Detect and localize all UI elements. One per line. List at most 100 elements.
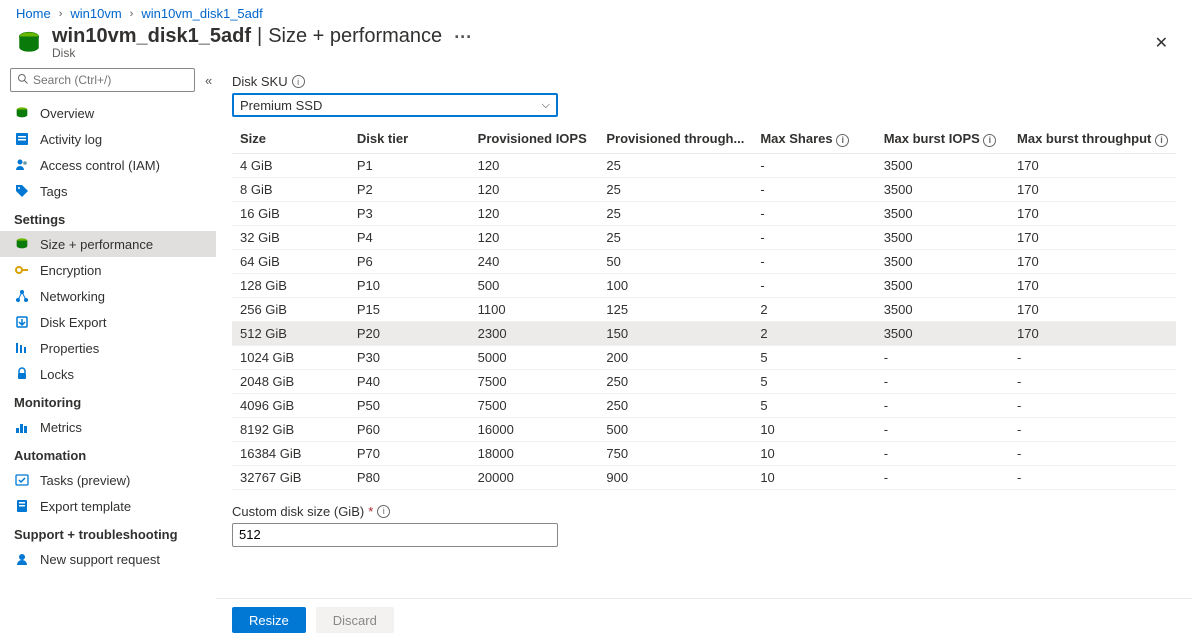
info-icon[interactable]: i (836, 134, 849, 147)
table-cell: 4096 GiB (232, 393, 349, 417)
more-actions-button[interactable]: ··· (454, 28, 472, 46)
table-cell: 3500 (876, 273, 1009, 297)
table-cell: 3500 (876, 297, 1009, 321)
custom-size-input[interactable] (232, 523, 558, 547)
table-row[interactable]: 512 GiBP20230015023500170 (232, 321, 1176, 345)
column-header[interactable]: Max burst IOPS i (876, 125, 1009, 153)
search-icon (17, 73, 29, 88)
chevron-right-icon: › (130, 8, 134, 20)
info-icon[interactable]: i (983, 134, 996, 147)
table-cell: 750 (598, 441, 752, 465)
resize-button[interactable]: Resize (232, 607, 306, 633)
table-cell: 120 (470, 201, 599, 225)
table-cell: 25 (598, 177, 752, 201)
info-icon[interactable]: i (292, 75, 305, 88)
sidebar-item-label: Properties (40, 341, 99, 356)
table-row[interactable]: 8 GiBP212025-3500170 (232, 177, 1176, 201)
sidebar-item-label: Access control (IAM) (40, 158, 160, 173)
table-cell: - (1009, 393, 1176, 417)
table-cell: P10 (349, 273, 470, 297)
sidebar-item-networking[interactable]: Networking (0, 283, 216, 309)
table-row[interactable]: 32 GiBP412025-3500170 (232, 225, 1176, 249)
search-input[interactable] (33, 73, 188, 87)
sidebar-item-tags[interactable]: Tags (0, 178, 216, 204)
log-icon (14, 131, 30, 147)
chevron-down-icon: ⌵ (542, 99, 550, 112)
table-cell: 125 (598, 297, 752, 321)
table-row[interactable]: 128 GiBP10500100-3500170 (232, 273, 1176, 297)
sidebar-item-export-template[interactable]: Export template (0, 493, 216, 519)
table-cell: 170 (1009, 153, 1176, 177)
close-button[interactable]: ✕ (1147, 29, 1176, 57)
sidebar-item-size-performance[interactable]: Size + performance (0, 231, 216, 257)
sidebar-item-activity-log[interactable]: Activity log (0, 126, 216, 152)
table-row[interactable]: 1024 GiBP3050002005-- (232, 345, 1176, 369)
chevron-right-icon: › (59, 8, 63, 20)
table-cell: 7500 (470, 369, 599, 393)
sidebar-item-encryption[interactable]: Encryption (0, 257, 216, 283)
sidebar-item-tasks-preview-[interactable]: Tasks (preview) (0, 467, 216, 493)
column-header[interactable]: Provisioned through... (598, 125, 752, 153)
table-cell: 25 (598, 153, 752, 177)
table-row[interactable]: 2048 GiBP4075002505-- (232, 369, 1176, 393)
disk-sku-select[interactable]: Premium SSD ⌵ (232, 93, 558, 117)
table-cell: 16 GiB (232, 201, 349, 225)
collapse-sidebar-button[interactable]: « (201, 69, 216, 92)
sidebar-item-access-control-iam-[interactable]: Access control (IAM) (0, 152, 216, 178)
table-row[interactable]: 8192 GiBP601600050010-- (232, 417, 1176, 441)
table-cell: P80 (349, 465, 470, 489)
table-cell: 1024 GiB (232, 345, 349, 369)
table-cell: - (752, 201, 875, 225)
sidebar-item-new-support-request[interactable]: New support request (0, 546, 216, 572)
table-cell: 8192 GiB (232, 417, 349, 441)
column-header[interactable]: Provisioned IOPS (470, 125, 599, 153)
disk-sku-label: Disk SKU i (232, 74, 1176, 89)
table-row[interactable]: 4 GiBP112025-3500170 (232, 153, 1176, 177)
disk-sku-value: Premium SSD (240, 98, 322, 113)
table-cell: 170 (1009, 297, 1176, 321)
table-cell: 2 (752, 297, 875, 321)
table-row[interactable]: 32767 GiBP802000090010-- (232, 465, 1176, 489)
sidebar-item-disk-export[interactable]: Disk Export (0, 309, 216, 335)
table-row[interactable]: 4096 GiBP5075002505-- (232, 393, 1176, 417)
info-icon[interactable]: i (1155, 134, 1168, 147)
table-row[interactable]: 256 GiBP15110012523500170 (232, 297, 1176, 321)
table-cell: 900 (598, 465, 752, 489)
column-header[interactable]: Disk tier (349, 125, 470, 153)
breadcrumb-link[interactable]: Home (16, 6, 51, 21)
table-row[interactable]: 16 GiBP312025-3500170 (232, 201, 1176, 225)
column-header[interactable]: Max Shares i (752, 125, 875, 153)
table-cell: P40 (349, 369, 470, 393)
table-cell: 2300 (470, 321, 599, 345)
sidebar-search[interactable] (10, 68, 195, 92)
table-cell: - (876, 441, 1009, 465)
table-row[interactable]: 16384 GiBP701800075010-- (232, 441, 1176, 465)
table-cell: 5 (752, 345, 875, 369)
column-header[interactable]: Max burst throughput i (1009, 125, 1176, 153)
table-cell: 240 (470, 249, 599, 273)
table-cell: P3 (349, 201, 470, 225)
table-cell: 128 GiB (232, 273, 349, 297)
table-row[interactable]: 64 GiBP624050-3500170 (232, 249, 1176, 273)
table-cell: - (876, 369, 1009, 393)
breadcrumb-link[interactable]: win10vm (70, 6, 121, 21)
sidebar-item-label: Networking (40, 289, 105, 304)
column-header[interactable]: Size (232, 125, 349, 153)
table-cell: 5 (752, 393, 875, 417)
table-cell: 3500 (876, 153, 1009, 177)
breadcrumb-link[interactable]: win10vm_disk1_5adf (141, 6, 262, 21)
sidebar-item-metrics[interactable]: Metrics (0, 414, 216, 440)
info-icon[interactable]: i (377, 505, 390, 518)
sidebar-item-properties[interactable]: Properties (0, 335, 216, 361)
discard-button[interactable]: Discard (316, 607, 394, 633)
support-icon (14, 551, 30, 567)
table-cell: 25 (598, 201, 752, 225)
table-cell: P2 (349, 177, 470, 201)
table-cell: - (876, 393, 1009, 417)
sidebar-item-label: Size + performance (40, 237, 153, 252)
sidebar-item-label: Export template (40, 499, 131, 514)
table-cell: 170 (1009, 273, 1176, 297)
key-icon (14, 262, 30, 278)
sidebar-item-locks[interactable]: Locks (0, 361, 216, 387)
sidebar-item-overview[interactable]: Overview (0, 100, 216, 126)
